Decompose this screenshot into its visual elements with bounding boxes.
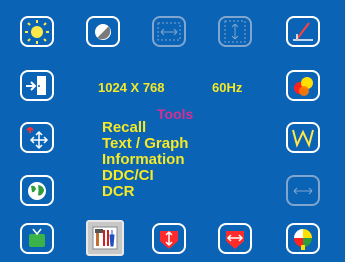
- contrast-icon-glyph: [95, 24, 111, 40]
- h-size-icon-glyph: [157, 22, 181, 41]
- menu-item-ddc-ci[interactable]: DDC/CI: [102, 168, 154, 184]
- menu-item-information[interactable]: Information: [102, 152, 185, 168]
- color-icon[interactable]: [286, 70, 320, 101]
- menu-item-text-graph[interactable]: Text / Graph: [102, 136, 188, 152]
- h-arrows-icon-glyph: [226, 231, 244, 249]
- contrast-icon[interactable]: [86, 16, 120, 47]
- exit-icon-glyph: [26, 76, 46, 95]
- menu-title: Tools: [157, 106, 194, 122]
- tools-icon[interactable]: [86, 220, 124, 256]
- v-size-icon-glyph: [224, 20, 246, 43]
- v-arrows-icon-glyph: [160, 230, 178, 249]
- sharpness-icon-glyph: [293, 22, 313, 41]
- palette-icon[interactable]: [286, 223, 320, 254]
- resolution-readout: 1024 X 768: [98, 80, 165, 95]
- brightness-icon-glyph: [25, 20, 49, 44]
- language-icon-glyph: [28, 182, 46, 200]
- h-size-icon[interactable]: [152, 16, 186, 47]
- menu-item-dcr[interactable]: DCR: [102, 184, 135, 200]
- waveform-icon-glyph: [292, 129, 314, 148]
- h-position-icon-glyph: [293, 187, 313, 195]
- v-arrows-icon[interactable]: [152, 223, 186, 254]
- brightness-icon[interactable]: [20, 16, 54, 47]
- tv-icon-glyph: [29, 228, 45, 247]
- palette-icon-glyph: [294, 229, 312, 250]
- position-icon-glyph: [26, 126, 49, 150]
- exit-icon[interactable]: [20, 70, 54, 101]
- h-arrows-icon[interactable]: [218, 223, 252, 254]
- sharpness-icon[interactable]: [286, 16, 320, 47]
- osd-menu-panel: 1024 X 768 60Hz Tools Recall Text / Grap…: [0, 0, 345, 262]
- position-icon[interactable]: [20, 122, 54, 153]
- menu-item-recall[interactable]: Recall: [102, 120, 146, 136]
- v-size-icon[interactable]: [218, 16, 252, 47]
- tv-icon[interactable]: [20, 223, 54, 254]
- h-position-icon[interactable]: [286, 175, 320, 206]
- color-icon-glyph: [294, 77, 313, 96]
- waveform-icon[interactable]: [286, 122, 320, 153]
- tools-icon-glyph: [92, 226, 118, 250]
- refresh-rate-readout: 60Hz: [212, 80, 243, 95]
- language-icon[interactable]: [20, 175, 54, 206]
